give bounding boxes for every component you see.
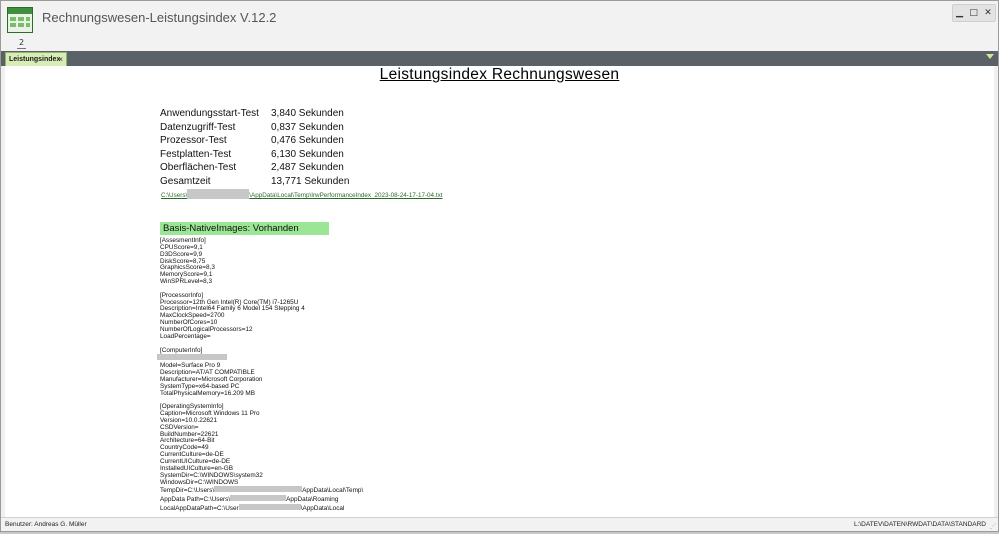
title-bar: Rechnungswesen-Leistungsindex V.12.2 ▁ □… (1, 1, 998, 34)
info-line: AppData Path=C:\Users\ AppData\Roaming (160, 495, 363, 504)
test-label: Oberflächen-Test (160, 162, 237, 174)
log-path-start: C:\Users\ (161, 192, 188, 199)
test-label: Datenzugriff-Test (160, 121, 236, 133)
test-value: 13,771 Sekunden (271, 175, 350, 187)
status-data-path: L:\DATEV\DATEN\RWDAT\DATA\STANDARD (853, 521, 986, 528)
redacted-block (214, 486, 303, 493)
test-row: Datenzugriff-Test 0,837 Sekunden (160, 122, 349, 136)
report-title: Leistungsindex Rechnungswesen (379, 66, 620, 83)
info-line: LoadPercentage= (160, 332, 211, 340)
info-line: LocalAppDataPath=C:\User \AppData\Local (160, 504, 363, 513)
redacted-block (187, 189, 250, 199)
tab-close-icon[interactable]: × (58, 53, 63, 66)
window-controls: ▁ □ ✕ (952, 4, 996, 22)
status-bar: Benutzer: Andreas G. Müller L:\DATEV\DAT… (1, 517, 998, 531)
maximize-button[interactable]: □ (969, 8, 978, 18)
spreadsheet-app-icon (7, 7, 33, 33)
redacted-block (157, 354, 227, 361)
test-row: Festplatten-Test 6,130 Sekunden (160, 149, 349, 163)
status-user: Benutzer: Andreas G. Müller (5, 521, 87, 528)
path-start: TempDir=C:\Users\ (160, 487, 215, 495)
info-line: WinSPRLevel=8,3 (160, 278, 213, 286)
toolbar: 2 (1, 34, 998, 51)
info-line: TotalPhysicalMemory=16.209 MB (160, 389, 256, 397)
info-line: [ComputerInfo] (160, 346, 203, 354)
path-end: \AppData\Local (300, 505, 345, 513)
redacted-block (230, 495, 287, 502)
test-row: Prozessor-Test 0,476 Sekunden (160, 135, 349, 149)
app-window: Rechnungswesen-Leistungsindex V.12.2 ▁ □… (0, 0, 999, 532)
system-info: [AssesmentInfo] CPUScore=9,1 D3DScore=9,… (157, 237, 363, 513)
test-results: Anwendungsstart-Test 3,840 Sekunden Daten… (160, 108, 349, 190)
test-label: Anwendungsstart-Test (160, 108, 259, 119)
close-button[interactable]: ✕ (984, 8, 992, 18)
path-end: AppData\Local\Temp\ (302, 487, 364, 495)
test-label: Prozessor-Test (160, 135, 227, 147)
log-file-link[interactable]: C:\Users\ \AppData\Local\Temp\IrwPerforma… (161, 189, 442, 199)
tab-dropdown-icon[interactable] (986, 54, 994, 59)
info-line: WindowsDir=C:\WINDOWS (160, 478, 239, 486)
test-row: Gesamtzeit 13,771 Sekunden (160, 176, 349, 190)
tab-leistungsindex[interactable]: Leistungsindex × (5, 52, 67, 66)
toolbar-button[interactable]: 2 (17, 38, 26, 49)
tab-strip: Leistungsindex × (1, 51, 998, 66)
test-value: 0,837 Sekunden (271, 121, 344, 133)
test-row: Anwendungsstart-Test 3,840 Sekunden (160, 108, 349, 122)
test-row: Oberflächen-Test 2,487 Sekunden (160, 162, 349, 176)
info-line: TempDir=C:\Users\ AppData\Local\Temp\ (160, 486, 363, 495)
path-start: AppData Path=C:\Users\ (160, 496, 231, 504)
window-title: Rechnungswesen-Leistungsindex V.12.2 (42, 10, 277, 25)
test-value: 2,487 Sekunden (271, 162, 344, 174)
test-label: Festplatten-Test (160, 148, 232, 160)
test-label: Gesamtzeit (160, 175, 211, 187)
log-path-end: \AppData\Local\Temp\IrwPerformanceIndex_… (249, 192, 443, 199)
test-value: 6,130 Sekunden (271, 148, 344, 160)
report-view: Leistungsindex Rechnungswesen Anwendungs… (5, 66, 994, 517)
test-value: 3,840 Sekunden (271, 108, 344, 119)
path-start: LocalAppDataPath=C:\User (160, 505, 239, 513)
test-value: 0,476 Sekunden (271, 135, 344, 147)
minimize-button[interactable]: ▁ (956, 8, 963, 18)
path-end: AppData\Roaming (286, 496, 339, 504)
resize-grip-icon[interactable]: ⋰ (990, 521, 996, 534)
redacted-block (238, 504, 301, 511)
native-images-badge: Basis-NativeImages: Vorhanden (160, 222, 329, 235)
tab-label: Leistungsindex (9, 56, 61, 63)
